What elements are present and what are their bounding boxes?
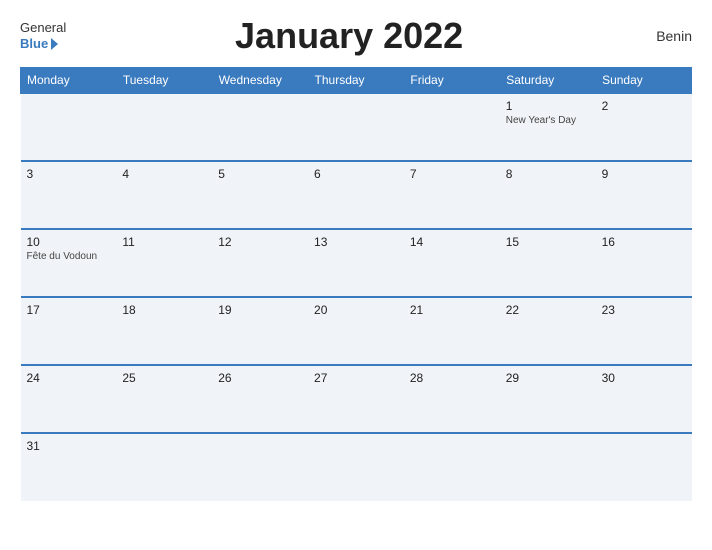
day-cell-w1-d6: 1 New Year's Day [500,93,596,161]
day-number: 25 [122,371,206,385]
logo-general-text: General [20,20,66,36]
day-cell-w5-d3: 26 [212,365,308,433]
holiday-text: New Year's Day [506,115,590,126]
day-number: 23 [602,303,686,317]
week-row-6: 31 [21,433,692,501]
day-number: 21 [410,303,494,317]
day-number: 11 [122,235,206,249]
header-saturday: Saturday [500,68,596,94]
header-tuesday: Tuesday [116,68,212,94]
holiday-text: Fête du Vodoun [27,251,111,262]
day-cell-w1-d5 [404,93,500,161]
week-row-2: 3456789 [21,161,692,229]
day-cell-w5-d5: 28 [404,365,500,433]
day-number: 29 [506,371,590,385]
day-cell-w4-d7: 23 [596,297,692,365]
calendar-title: January 2022 [66,15,632,57]
day-number: 8 [506,167,590,181]
header-monday: Monday [21,68,117,94]
logo-triangle-icon [51,38,58,50]
calendar-header: General Blue January 2022 Benin [20,15,692,57]
day-cell-w6-d2 [116,433,212,501]
day-cell-w4-d4: 20 [308,297,404,365]
day-cell-w3-d2: 11 [116,229,212,297]
day-cell-w5-d7: 30 [596,365,692,433]
day-cell-w1-d7: 2 [596,93,692,161]
week-row-3: 10 Fête du Vodoun 11 12 13 14 15 16 [21,229,692,297]
day-cell-w5-d4: 27 [308,365,404,433]
day-number: 26 [218,371,302,385]
day-cell-w6-d3 [212,433,308,501]
day-number: 30 [602,371,686,385]
calendar-table: Monday Tuesday Wednesday Thursday Friday… [20,67,692,501]
day-cell-w6-d4 [308,433,404,501]
day-number: 27 [314,371,398,385]
day-number: 6 [314,167,398,181]
day-cell-w5-d2: 25 [116,365,212,433]
day-cell-w6-d7 [596,433,692,501]
day-number: 22 [506,303,590,317]
day-cell-w3-d3: 12 [212,229,308,297]
day-cell-w6-d5 [404,433,500,501]
day-cell-w6-d1: 31 [21,433,117,501]
day-cell-w3-d6: 15 [500,229,596,297]
day-cell-w5-d6: 29 [500,365,596,433]
day-cell-w6-d6 [500,433,596,501]
day-number: 18 [122,303,206,317]
day-number: 7 [410,167,494,181]
day-number: 31 [27,439,111,453]
day-cell-w1-d2 [116,93,212,161]
day-cell-w4-d5: 21 [404,297,500,365]
day-number: 16 [602,235,686,249]
week-row-1: 1 New Year's Day 2 [21,93,692,161]
day-number: 2 [602,99,686,113]
day-number: 1 [506,99,590,113]
day-cell-w4-d6: 22 [500,297,596,365]
header-sunday: Sunday [596,68,692,94]
day-number: 14 [410,235,494,249]
day-cell-w4-d2: 18 [116,297,212,365]
day-number: 20 [314,303,398,317]
day-cell-w2-d1: 3 [21,161,117,229]
day-cell-w3-d1: 10 Fête du Vodoun [21,229,117,297]
day-number: 10 [27,235,111,249]
week-row-5: 24 25 26 27 28 29 30 [21,365,692,433]
day-cell-w2-d3: 5 [212,161,308,229]
day-cell-w1-d1 [21,93,117,161]
day-cell-w2-d2: 4 [116,161,212,229]
day-cell-w4-d3: 19 [212,297,308,365]
day-cell-w1-d4 [308,93,404,161]
day-cell-w3-d5: 14 [404,229,500,297]
weekday-header-row: Monday Tuesday Wednesday Thursday Friday… [21,68,692,94]
country-label: Benin [632,28,692,44]
day-number: 4 [122,167,206,181]
header-friday: Friday [404,68,500,94]
day-cell-w1-d3 [212,93,308,161]
day-number: 24 [27,371,111,385]
day-number: 3 [27,167,111,181]
day-number: 9 [602,167,686,181]
day-number: 28 [410,371,494,385]
day-number: 15 [506,235,590,249]
day-number: 12 [218,235,302,249]
day-cell-w2-d7: 9 [596,161,692,229]
header-wednesday: Wednesday [212,68,308,94]
week-row-4: 17 18 19 20 21 22 23 [21,297,692,365]
day-number: 5 [218,167,302,181]
day-cell-w3-d4: 13 [308,229,404,297]
day-number: 13 [314,235,398,249]
header-thursday: Thursday [308,68,404,94]
day-cell-w5-d1: 24 [21,365,117,433]
calendar-container: General Blue January 2022 Benin Monday T… [0,0,712,550]
day-cell-w3-d7: 16 [596,229,692,297]
logo-blue-text: Blue [20,36,48,52]
day-cell-w4-d1: 17 [21,297,117,365]
day-cell-w2-d5: 7 [404,161,500,229]
day-cell-w2-d6: 8 [500,161,596,229]
day-number: 17 [27,303,111,317]
logo: General Blue [20,20,66,51]
day-cell-w2-d4: 6 [308,161,404,229]
day-number: 19 [218,303,302,317]
